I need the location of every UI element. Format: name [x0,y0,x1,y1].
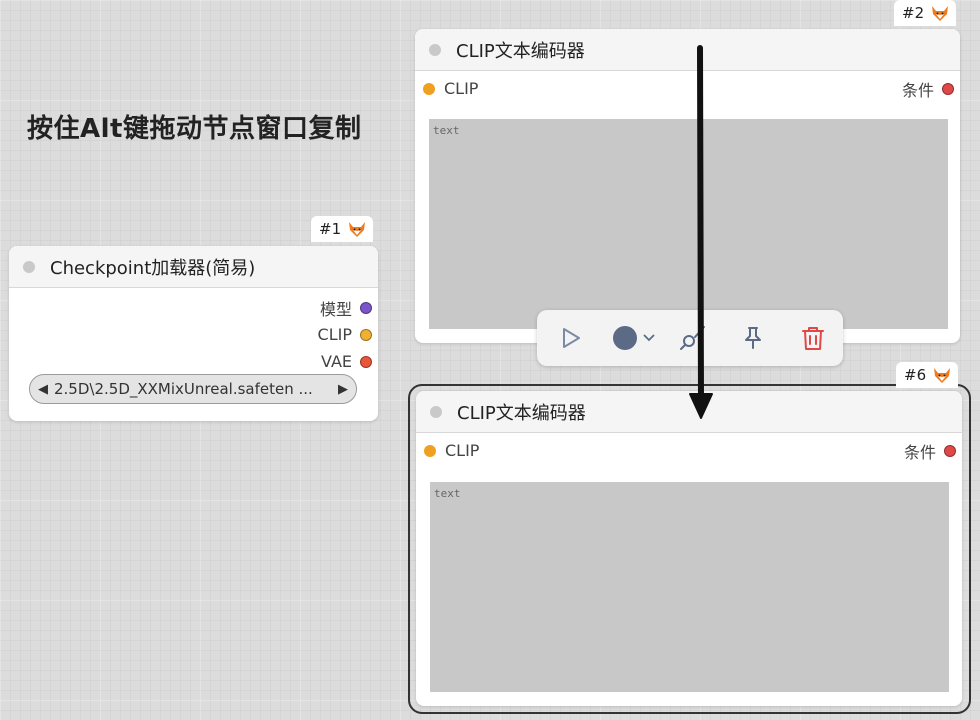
drag-arrow-icon [689,45,713,419]
